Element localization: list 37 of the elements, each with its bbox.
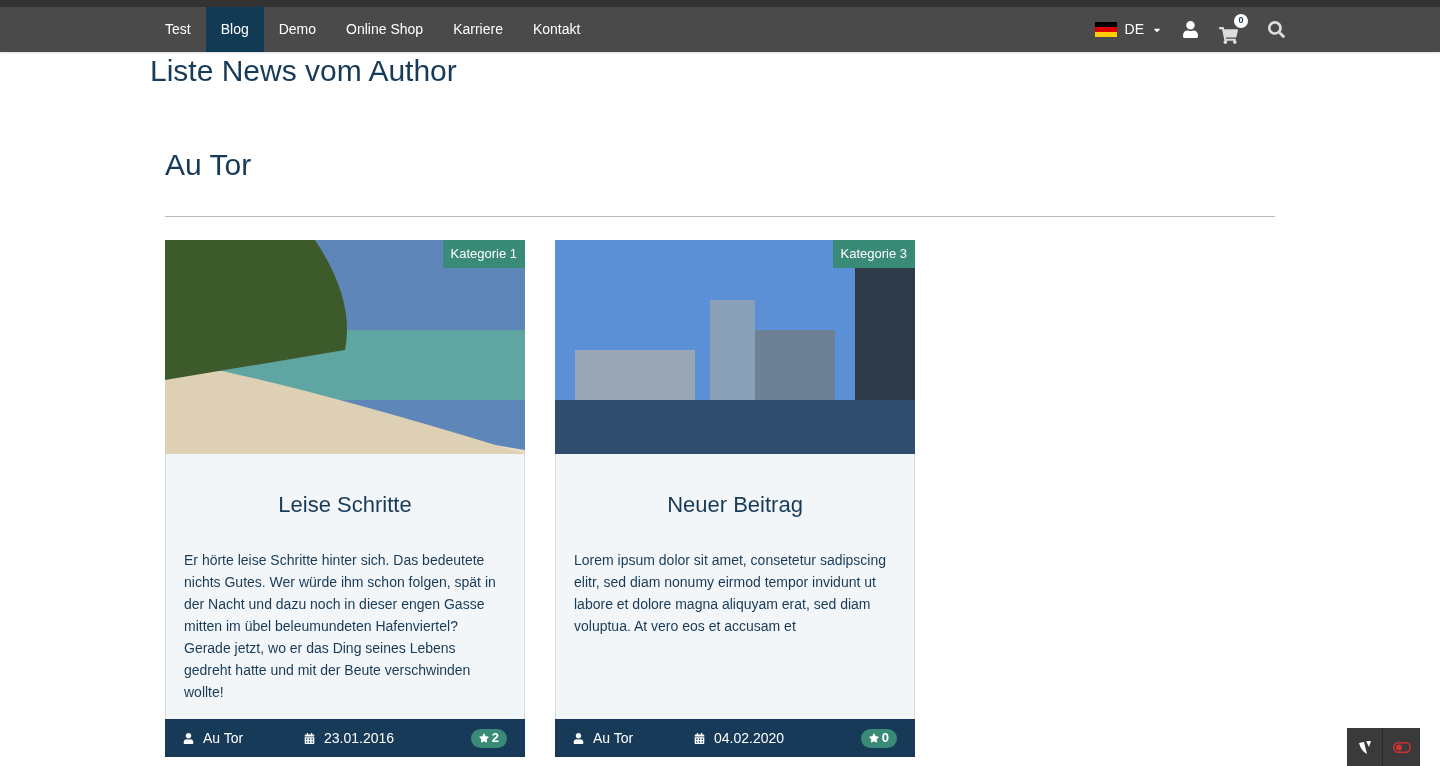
- card-text: Lorem ipsum dolor sit amet, consetetur sadipscing elitr, sed diam nonumy eirmod tempor invidunt ut labore et dolore magna aliquyam erat, sed diam voluptua. At vero eos et accusam et: [574, 551, 888, 636]
- calendar-icon: [694, 732, 705, 744]
- user-button[interactable]: [1182, 21, 1199, 38]
- nav-link[interactable]: Blog: [205, 7, 264, 52]
- category-tag: Kategorie 3: [832, 240, 915, 268]
- date: 04.02.2020: [714, 728, 785, 748]
- category-tag: Kategorie 1: [442, 240, 525, 268]
- star-icon: [478, 733, 489, 743]
- star-icon: [868, 733, 879, 743]
- logo-icon: [1358, 740, 1371, 754]
- page-title: Liste News vom Author: [150, 53, 458, 89]
- nav-link[interactable]: Demo: [263, 7, 332, 52]
- search-icon: [1268, 21, 1285, 38]
- nav-link[interactable]: Test: [150, 7, 206, 52]
- user-icon: [1182, 21, 1199, 38]
- nav-link[interactable]: Kontakt: [517, 7, 596, 52]
- toggle-icon: [1392, 741, 1411, 753]
- card-text: Er hörte leise Schritte hinter sich. Das bedeutete nichts Gutes. Wer würde ihm schon folgen, spät in der Nacht und dazu noch in dieser engen Gasse mitten im übel beleumundeten Hafenviertel? Gerade jetzt, wo er das Ding seines Lebens gedreht hatte und mit der Beute verschwinden wollte!: [184, 551, 497, 702]
- cart-button[interactable]: 0: [1219, 14, 1248, 45]
- author-name: Au Tor: [593, 728, 635, 748]
- author-name: Au Tor: [203, 728, 245, 748]
- calendar-icon: [304, 732, 315, 744]
- card-title[interactable]: Neuer Beitrag: [574, 488, 896, 521]
- card-title[interactable]: Leise Schritte: [184, 488, 506, 521]
- stars-count: 0: [860, 728, 897, 748]
- nav-link[interactable]: Online Shop: [331, 7, 439, 52]
- user-icon: [183, 732, 194, 744]
- nav-link[interactable]: Karriere: [438, 7, 518, 52]
- author-heading: Au Tor: [165, 147, 253, 183]
- cart-count: 0: [1234, 14, 1248, 28]
- search-button[interactable]: [1268, 21, 1285, 38]
- user-icon: [573, 732, 584, 744]
- flag-icon: [1094, 22, 1117, 37]
- stars-count: 2: [470, 728, 507, 748]
- cart-icon: [1219, 26, 1238, 45]
- language-selector[interactable]: DE: [1094, 19, 1162, 40]
- date: 23.01.2016: [324, 728, 395, 748]
